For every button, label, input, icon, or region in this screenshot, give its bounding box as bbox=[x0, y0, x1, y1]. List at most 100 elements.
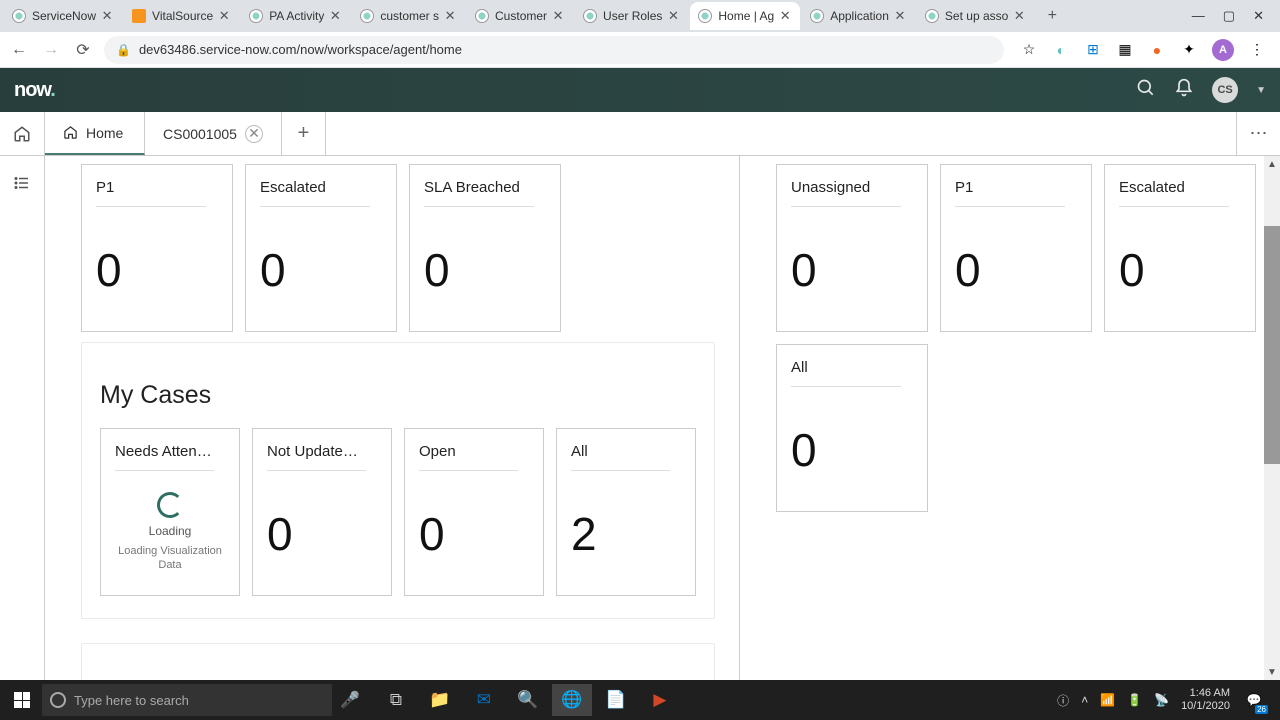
close-icon[interactable]: ✕ bbox=[551, 9, 565, 23]
notepad-icon[interactable]: 📄 bbox=[596, 684, 636, 716]
close-icon[interactable]: ✕ bbox=[245, 125, 263, 143]
outlook-icon[interactable]: ✉ bbox=[464, 684, 504, 716]
tab-title: Home | Ag bbox=[718, 9, 774, 23]
right-top-card-1[interactable]: P10 bbox=[940, 164, 1092, 332]
powerpoint-icon[interactable]: ▶ bbox=[640, 684, 680, 716]
explorer-icon[interactable]: 📁 bbox=[420, 684, 460, 716]
user-avatar[interactable]: CS bbox=[1212, 77, 1238, 103]
browser-tab-2[interactable]: PA Activity✕ bbox=[241, 2, 350, 30]
mycases-card-3[interactable]: All2 bbox=[556, 428, 696, 596]
ext-icon-2[interactable]: ⊞ bbox=[1084, 41, 1102, 59]
mycases-card-0[interactable]: Needs Atten…LoadingLoading Visualization… bbox=[100, 428, 240, 596]
tab-title: VitalSource bbox=[152, 9, 213, 23]
left-top-card-0[interactable]: P10 bbox=[81, 164, 233, 332]
sn-logo[interactable]: now. bbox=[14, 79, 55, 102]
ext-icon-1[interactable]: ◐ bbox=[1052, 41, 1070, 59]
sn-tab-home[interactable]: Home bbox=[45, 112, 145, 155]
lock-icon: 🔒 bbox=[116, 43, 131, 57]
close-icon[interactable]: ✕ bbox=[217, 9, 231, 23]
battery-icon[interactable]: 🔋 bbox=[1127, 693, 1142, 707]
browser-tab-7[interactable]: Application ✕ bbox=[802, 2, 915, 30]
sn-tabbar: Home CS0001005 ✕ + ⋯ bbox=[0, 112, 1280, 156]
browser-tab-6[interactable]: Home | Ag ✕ bbox=[690, 2, 800, 30]
star-icon[interactable]: ☆ bbox=[1020, 41, 1038, 59]
mic-icon[interactable]: 🎤 bbox=[340, 690, 360, 710]
scroll-down-icon[interactable]: ▼ bbox=[1264, 664, 1280, 680]
list-icon[interactable] bbox=[13, 174, 31, 197]
favicon bbox=[249, 9, 263, 23]
right-top-card-2[interactable]: Escalated0 bbox=[1104, 164, 1256, 332]
close-icon[interactable]: ✕ bbox=[328, 9, 342, 23]
card-title: All bbox=[571, 443, 681, 460]
wifi-icon[interactable]: 📡 bbox=[1154, 693, 1169, 707]
card-title: Escalated bbox=[1119, 179, 1241, 196]
chrome-menu-icon[interactable]: ⋮ bbox=[1248, 41, 1266, 59]
browser-tab-0[interactable]: ServiceNow✕ bbox=[4, 2, 122, 30]
ext-icon-3[interactable]: ▦ bbox=[1116, 41, 1134, 59]
start-button[interactable] bbox=[6, 684, 38, 716]
nav-reload[interactable]: ⟳ bbox=[72, 39, 94, 61]
favicon bbox=[583, 9, 597, 23]
mycases-card-1[interactable]: Not Update… 0 bbox=[252, 428, 392, 596]
scroll-up-icon[interactable]: ▲ bbox=[1264, 156, 1280, 172]
sn-tab-overflow[interactable]: ⋯ bbox=[1236, 112, 1280, 155]
tab-title: Application bbox=[830, 9, 889, 23]
card-title: P1 bbox=[96, 179, 218, 196]
network-icon[interactable]: 📶 bbox=[1100, 693, 1115, 707]
browser-tab-5[interactable]: User Roles✕ bbox=[575, 2, 688, 30]
sn-tab-record[interactable]: CS0001005 ✕ bbox=[145, 112, 282, 155]
scroll-thumb[interactable] bbox=[1264, 226, 1280, 464]
tray-up-icon[interactable]: ˄ bbox=[1081, 693, 1088, 707]
left-pane: P10Escalated0SLA Breached0 My Cases Need… bbox=[45, 156, 739, 680]
card-title: SLA Breached bbox=[424, 179, 546, 196]
close-icon[interactable]: ✕ bbox=[100, 9, 114, 23]
card-title: Unassigned bbox=[791, 179, 913, 196]
window-close[interactable]: ✕ bbox=[1253, 8, 1264, 24]
card-value: 0 bbox=[267, 507, 377, 561]
browser-tab-8[interactable]: Set up asso✕ bbox=[917, 2, 1034, 30]
close-icon[interactable]: ✕ bbox=[1012, 9, 1026, 23]
bell-icon[interactable] bbox=[1174, 78, 1194, 103]
clock[interactable]: 1:46 AM 10/1/2020 bbox=[1181, 687, 1230, 713]
help-icon[interactable]: ⓘ bbox=[1057, 692, 1069, 709]
right-pane: Unassigned0P10Escalated0 All0 ▲ ▼ bbox=[740, 156, 1280, 680]
chrome-icon[interactable]: 🌐 bbox=[552, 684, 592, 716]
close-icon[interactable]: ✕ bbox=[778, 9, 792, 23]
right-top-card-0[interactable]: Unassigned0 bbox=[776, 164, 928, 332]
task-view-icon[interactable]: ⧉ bbox=[376, 684, 416, 716]
browser-tab-3[interactable]: customer s✕ bbox=[352, 2, 465, 30]
sn-new-tab[interactable]: + bbox=[282, 112, 326, 155]
tab-title: Customer bbox=[495, 9, 547, 23]
favicon bbox=[698, 9, 712, 23]
search-icon[interactable] bbox=[1136, 78, 1156, 103]
close-icon[interactable]: ✕ bbox=[443, 9, 457, 23]
profile-avatar[interactable]: A bbox=[1212, 39, 1234, 61]
ext-icon-4[interactable]: ● bbox=[1148, 41, 1166, 59]
browser-new-tab[interactable]: + bbox=[1040, 4, 1064, 28]
browser-tab-4[interactable]: Customer ✕ bbox=[467, 2, 573, 30]
nav-back[interactable]: ← bbox=[8, 39, 30, 61]
left-top-card-2[interactable]: SLA Breached0 bbox=[409, 164, 561, 332]
close-icon[interactable]: ✕ bbox=[893, 9, 907, 23]
taskbar-search[interactable]: Type here to search bbox=[42, 684, 332, 716]
home-icon[interactable] bbox=[0, 112, 45, 155]
nav-forward[interactable]: → bbox=[40, 39, 62, 61]
card-title: Not Update… bbox=[267, 443, 377, 460]
user-menu-caret[interactable]: ▼ bbox=[1256, 85, 1266, 96]
favicon bbox=[360, 9, 374, 23]
url-bar[interactable]: 🔒 dev63486.service-now.com/now/workspace… bbox=[104, 36, 1004, 64]
mycases-card-2[interactable]: Open0 bbox=[404, 428, 544, 596]
close-icon[interactable]: ✕ bbox=[666, 9, 680, 23]
left-top-card-1[interactable]: Escalated0 bbox=[245, 164, 397, 332]
browser-tab-1[interactable]: VitalSource ✕ bbox=[124, 2, 239, 30]
scrollbar[interactable]: ▲ ▼ bbox=[1264, 156, 1280, 680]
right-bottom-card-0[interactable]: All0 bbox=[776, 344, 928, 512]
extensions-icon[interactable]: ✦ bbox=[1180, 41, 1198, 59]
loading-subtext: Loading Visualization Data bbox=[115, 544, 225, 573]
window-maximize[interactable]: ▢ bbox=[1223, 8, 1235, 24]
app-icon[interactable]: 🔍 bbox=[508, 684, 548, 716]
window-minimize[interactable]: — bbox=[1192, 8, 1205, 24]
notifications-icon[interactable]: 💬26 bbox=[1242, 688, 1266, 712]
time-text: 1:46 AM bbox=[1190, 687, 1230, 700]
loading-text: Loading bbox=[149, 524, 192, 538]
